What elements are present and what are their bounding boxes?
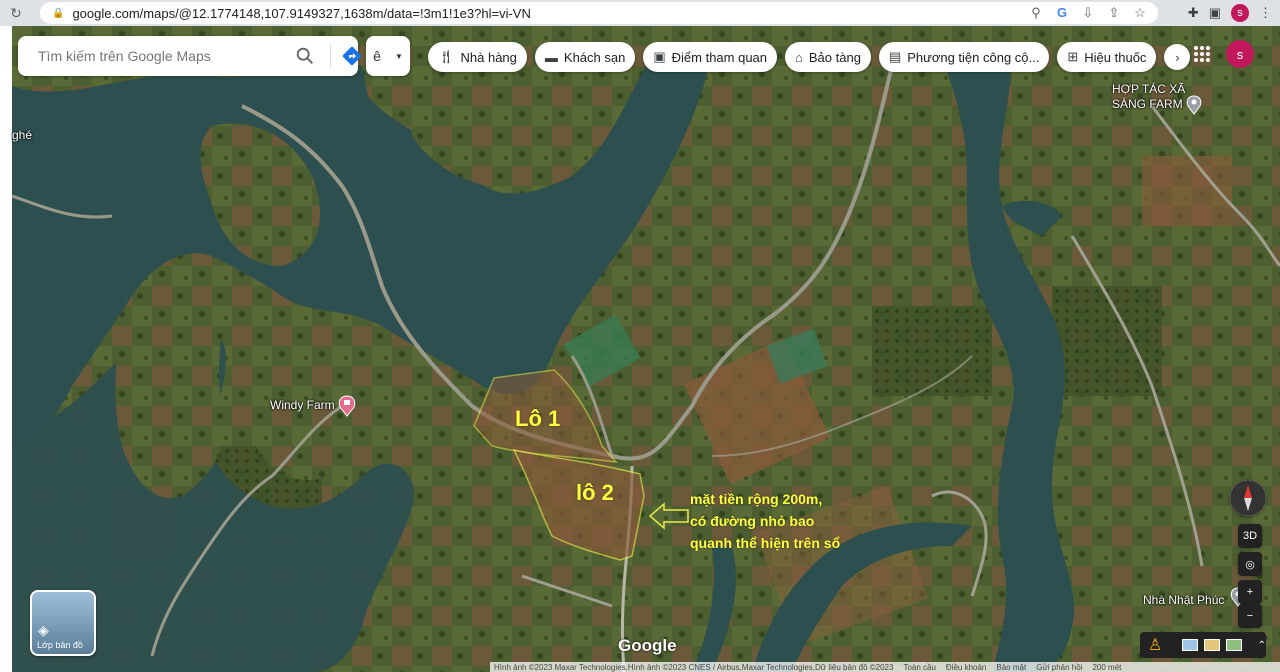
frontage-annotation: mặt tiền rộng 200m, có đường nhỏ bao qua…	[690, 488, 840, 554]
reload-icon[interactable]: ↻	[4, 1, 28, 25]
input-method-button[interactable]: ê ▼	[366, 36, 410, 76]
zoom-out-button[interactable]: −	[1238, 604, 1262, 628]
chip-label: Bảo tàng	[808, 49, 861, 65]
compass-icon[interactable]	[1230, 480, 1266, 516]
chip-label: Nhà hàng	[460, 49, 517, 65]
pegman-icon[interactable]: ♙	[1148, 635, 1162, 655]
satellite-map[interactable]	[12, 26, 1280, 672]
google-logo: Google	[618, 636, 677, 655]
camera-icon: ▣	[653, 49, 666, 64]
chip-attractions[interactable]: ▣ Điểm tham quan	[643, 42, 778, 72]
layers-button[interactable]: ◈ Lớp bản đồ	[30, 590, 96, 656]
hotel-icon: ▬	[544, 49, 558, 65]
chevron-down-icon: ▼	[395, 51, 403, 61]
chip-label: Khách sạn	[563, 49, 626, 65]
chip-restaurants[interactable]: 🍴︎ Nhà hàng	[428, 42, 527, 72]
street-view-panel: ♙ ⌃	[1140, 632, 1266, 658]
footer-link-terms[interactable]: Điều khoản	[946, 663, 986, 672]
search-box	[18, 36, 362, 76]
share-icon[interactable]: ⇪	[1106, 5, 1122, 21]
chip-museums[interactable]: ⌂ Bảo tàng	[785, 42, 871, 72]
chip-label: Phương tiện công cộ...	[907, 49, 1040, 65]
expand-icon[interactable]: ⌃	[1258, 640, 1266, 651]
annotation-line: mặt tiền rộng 200m,	[690, 491, 823, 507]
url-text: google.com/maps/@12.1774148,107.9149327,…	[72, 5, 531, 21]
lot-2-label: lô 2	[576, 480, 614, 505]
zoom-in-button[interactable]: +	[1238, 580, 1262, 604]
attribution-bar: Hình ảnh ©2023 Maxar Technologies,Hình ả…	[490, 662, 1280, 672]
transit-icon: ▤	[888, 49, 902, 64]
chip-transit[interactable]: ▤ Phương tiện công cộ...	[878, 42, 1050, 72]
search-input[interactable]	[38, 48, 268, 64]
browser-actions: ✚ ▣ s ⋮	[1188, 0, 1280, 26]
layers-label: Lớp bản đồ	[37, 640, 83, 650]
location-icon[interactable]: ⚲	[1028, 5, 1044, 21]
directions-icon[interactable]	[340, 44, 364, 68]
side-panel-icon[interactable]: ▣	[1209, 5, 1221, 21]
search-icon[interactable]	[294, 45, 316, 67]
screen: ↻ 🔒 google.com/maps/@12.1774148,107.9149…	[0, 0, 1280, 672]
restaurant-icon: 🍴︎	[438, 49, 455, 64]
profile-icon[interactable]: s	[1231, 4, 1249, 22]
category-chips: 🍴︎ Nhà hàng ▬ Khách sạn ▣ Điểm tham quan…	[428, 42, 1191, 72]
bookmark-star-icon[interactable]: ☆	[1132, 5, 1148, 21]
footer-link-feedback[interactable]: Gửi phản hồi	[1036, 663, 1082, 672]
install-icon[interactable]: ⇩	[1080, 5, 1096, 21]
chip-label: Hiệu thuốc	[1084, 49, 1147, 65]
omnibox-actions: ⚲ G ⇩ ⇪ ☆	[1028, 5, 1148, 21]
lock-icon[interactable]: 🔒	[52, 8, 64, 19]
browser-toolbar: ↻ 🔒 google.com/maps/@12.1774148,107.9149…	[0, 0, 1280, 26]
chip-label: Điểm tham quan	[671, 49, 768, 65]
imagery-thumb[interactable]	[1182, 639, 1199, 651]
search-divider	[330, 44, 331, 68]
chip-pharmacies[interactable]: ⊞ Hiệu thuốc	[1057, 42, 1157, 72]
ime-label: ê	[373, 48, 381, 64]
my-location-icon[interactable]: ◎	[1238, 552, 1262, 576]
imagery-thumb[interactable]	[1225, 639, 1242, 651]
extensions-icon[interactable]: ✚	[1188, 5, 1199, 21]
annotation-line: có đường nhỏ bao	[690, 513, 815, 529]
scale-label[interactable]: 200 mét	[1092, 663, 1121, 672]
address-bar[interactable]: 🔒 google.com/maps/@12.1774148,107.914932…	[40, 2, 1158, 24]
layers-icon: ◈	[38, 622, 49, 638]
lot-1-label: Lô 1	[515, 406, 561, 431]
google-icon[interactable]: G	[1054, 5, 1070, 21]
imagery-thumb[interactable]	[1204, 639, 1220, 651]
map-label-windy-farm[interactable]: Windy Farm	[270, 398, 335, 412]
account-avatar[interactable]: s	[1226, 40, 1254, 68]
annotation-line: quanh thể hiện trên sổ	[690, 535, 841, 551]
imagery-credit: Hình ảnh ©2023 Maxar Technologies,Hình ả…	[494, 662, 894, 672]
map-label-nha-nhat-phuc[interactable]: Nhà Nhật Phúc	[1143, 593, 1224, 607]
menu-kebab-icon[interactable]: ⋮	[1259, 5, 1272, 21]
map-label-edge: ghé	[12, 128, 33, 142]
map-imagery	[12, 26, 1280, 672]
chip-hotels[interactable]: ▬ Khách sạn	[534, 42, 636, 72]
footer-link-privacy[interactable]: Bảo mật	[996, 663, 1026, 672]
map-label-coop[interactable]: HỢP TÁC XÃ SÁNG FARM	[1112, 82, 1185, 112]
3d-button[interactable]: 3D	[1238, 524, 1262, 548]
museum-icon: ⌂	[795, 49, 803, 65]
google-apps-icon[interactable]	[1192, 44, 1212, 64]
chevron-right-icon[interactable]: ›	[1164, 44, 1191, 70]
pharmacy-icon: ⊞	[1067, 49, 1079, 64]
footer-link-global[interactable]: Toàn cầu	[903, 663, 935, 672]
